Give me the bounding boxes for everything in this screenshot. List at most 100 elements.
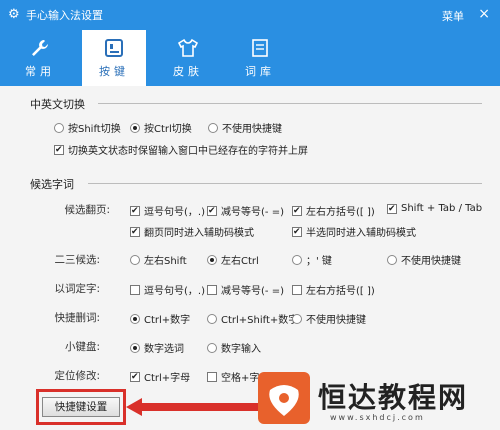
- option-label: 数字输入: [221, 344, 261, 355]
- checkbox-paging-tab[interactable]: Shift + Tab / Tab: [387, 203, 482, 214]
- tab-dictionary[interactable]: 词库: [228, 30, 292, 86]
- checkbox-halfselect-aux[interactable]: 半选同时进入辅助码模式: [292, 224, 416, 239]
- window-title: 手心输入法设置: [26, 9, 103, 22]
- radio-shift-switch[interactable]: 按Shift切换: [54, 120, 121, 135]
- checkbox-word-comma[interactable]: 逗号句号(，.): [130, 282, 205, 297]
- tab-label: 词库: [245, 65, 275, 78]
- option-label: 按Ctrl切换: [144, 124, 192, 135]
- radio-indicator: [130, 313, 140, 324]
- radio-indicator: [207, 254, 217, 265]
- gear-icon: ⚙: [8, 7, 20, 22]
- checkbox-paging-aux[interactable]: 翻页同时进入辅助码模式: [130, 224, 254, 239]
- radio-indicator: [130, 342, 140, 353]
- option-label: 左右Ctrl: [221, 256, 259, 267]
- tab-skin[interactable]: 皮肤: [156, 30, 220, 86]
- watermark-url: www.sxhdcj.com: [330, 413, 425, 422]
- checkbox-indicator: [130, 284, 140, 295]
- option-label: 逗号句号(，.): [144, 286, 205, 297]
- radio-indicator: [292, 254, 302, 265]
- checkbox-paging-brackets[interactable]: 左右方括号([ ]): [292, 203, 375, 218]
- option-label: 减号等号(- =): [221, 207, 284, 218]
- title-bar: ⚙ 手心输入法设置 菜单 ×: [0, 0, 500, 30]
- radio-indicator: [54, 122, 64, 133]
- checkbox-locate-space[interactable]: 空格+字: [207, 369, 259, 384]
- row-label-delete-word: 快捷删词:: [54, 312, 100, 324]
- option-label: 不使用快捷键: [306, 315, 366, 326]
- radio-indicator: [387, 254, 397, 265]
- option-label: 不使用快捷键: [401, 256, 461, 267]
- tab-keys[interactable]: 按键: [82, 30, 146, 86]
- option-label: 数字选词: [144, 344, 184, 355]
- radio-keypad-input[interactable]: 数字输入: [207, 340, 261, 355]
- radio-second-ctrl[interactable]: 左右Ctrl: [207, 252, 259, 267]
- radio-second-none[interactable]: 不使用快捷键: [387, 252, 461, 267]
- option-label: 左右Shift: [144, 256, 187, 267]
- radio-indicator: [208, 122, 218, 133]
- shortcut-settings-button[interactable]: 快捷键设置: [42, 397, 120, 417]
- wrench-icon: [32, 40, 48, 56]
- option-label: 按Shift切换: [68, 124, 121, 135]
- tab-label: 按键: [99, 65, 129, 78]
- option-label: Ctrl+数字: [144, 315, 191, 326]
- checkbox-indicator: [54, 144, 64, 155]
- option-label: 半选同时进入辅助码模式: [306, 228, 416, 239]
- option-label: 逗号句号(，.): [144, 207, 205, 218]
- radio-indicator: [207, 342, 217, 353]
- section-title-switch: 中英文切换: [30, 98, 85, 111]
- checkbox-paging-minus[interactable]: 减号等号(- =): [207, 203, 284, 218]
- close-button[interactable]: ×: [478, 6, 490, 22]
- row-label-paging: 候选翻页:: [64, 204, 110, 216]
- tab-label: 常用: [25, 65, 55, 78]
- option-label: Ctrl+Shift+数字: [221, 315, 299, 326]
- checkbox-indicator: [207, 371, 217, 382]
- checkbox-indicator: [130, 371, 140, 382]
- option-label: 切换英文状态时保留输入窗口中已经存在的字符并上屏: [68, 146, 308, 157]
- tab-common[interactable]: 常用: [8, 30, 72, 86]
- row-label-keypad: 小键盘:: [64, 341, 100, 353]
- watermark-text: 恒达教程网: [318, 381, 469, 414]
- radio-indicator: [130, 122, 140, 133]
- checkbox-word-minus[interactable]: 减号等号(- =): [207, 282, 284, 297]
- radio-second-shift[interactable]: 左右Shift: [130, 252, 187, 267]
- radio-delete-none[interactable]: 不使用快捷键: [292, 311, 366, 326]
- checkbox-paging-comma[interactable]: 逗号句号(，.): [130, 203, 205, 218]
- divider: [88, 183, 482, 184]
- menu-button[interactable]: 菜单: [442, 8, 464, 24]
- option-label: 不使用快捷键: [222, 124, 282, 135]
- radio-no-shortcut-switch[interactable]: 不使用快捷键: [208, 120, 282, 135]
- checkbox-keep-chars[interactable]: 切换英文状态时保留输入窗口中已经存在的字符并上屏: [54, 142, 308, 157]
- keyboard-icon: [105, 39, 123, 57]
- radio-delete-ctrl-shift[interactable]: Ctrl+Shift+数字: [207, 311, 298, 326]
- checkbox-indicator: [292, 226, 302, 237]
- option-label: 左右方括号([ ]): [306, 207, 375, 218]
- option-label: Shift + Tab / Tab: [401, 203, 483, 214]
- radio-indicator: [207, 313, 217, 324]
- logo-icon: [269, 385, 299, 416]
- divider: [98, 103, 482, 104]
- checkbox-indicator: [207, 205, 217, 216]
- option-label: 左右方括号([ ]): [306, 286, 375, 297]
- option-label: 翻页同时进入辅助码模式: [144, 228, 254, 239]
- radio-delete-ctrl[interactable]: Ctrl+数字: [130, 311, 190, 326]
- radio-indicator: [292, 313, 302, 324]
- tab-bar: 常用 按键 皮肤 词库: [0, 30, 500, 86]
- tab-label: 皮肤: [173, 65, 203, 78]
- checkbox-indicator: [130, 205, 140, 216]
- watermark-logo: [258, 372, 310, 424]
- checkbox-indicator: [292, 205, 302, 216]
- radio-second-semicolon[interactable]: ；' 键: [292, 252, 332, 267]
- option-label: Ctrl+字母: [144, 373, 191, 384]
- row-label-locate: 定位修改:: [54, 370, 100, 382]
- radio-ctrl-switch[interactable]: 按Ctrl切换: [130, 120, 192, 135]
- option-label: ；' 键: [306, 256, 332, 267]
- checkbox-indicator: [387, 203, 397, 214]
- radio-keypad-select[interactable]: 数字选词: [130, 340, 184, 355]
- arrow-icon: [126, 398, 266, 416]
- checkbox-word-brackets[interactable]: 左右方括号([ ]): [292, 282, 375, 297]
- shirt-icon: [177, 38, 199, 57]
- section-title-candidate: 候选字词: [30, 178, 74, 191]
- book-icon: [252, 39, 268, 57]
- checkbox-locate-ctrl[interactable]: Ctrl+字母: [130, 369, 190, 384]
- checkbox-indicator: [292, 284, 302, 295]
- option-label: 空格+字: [221, 373, 260, 384]
